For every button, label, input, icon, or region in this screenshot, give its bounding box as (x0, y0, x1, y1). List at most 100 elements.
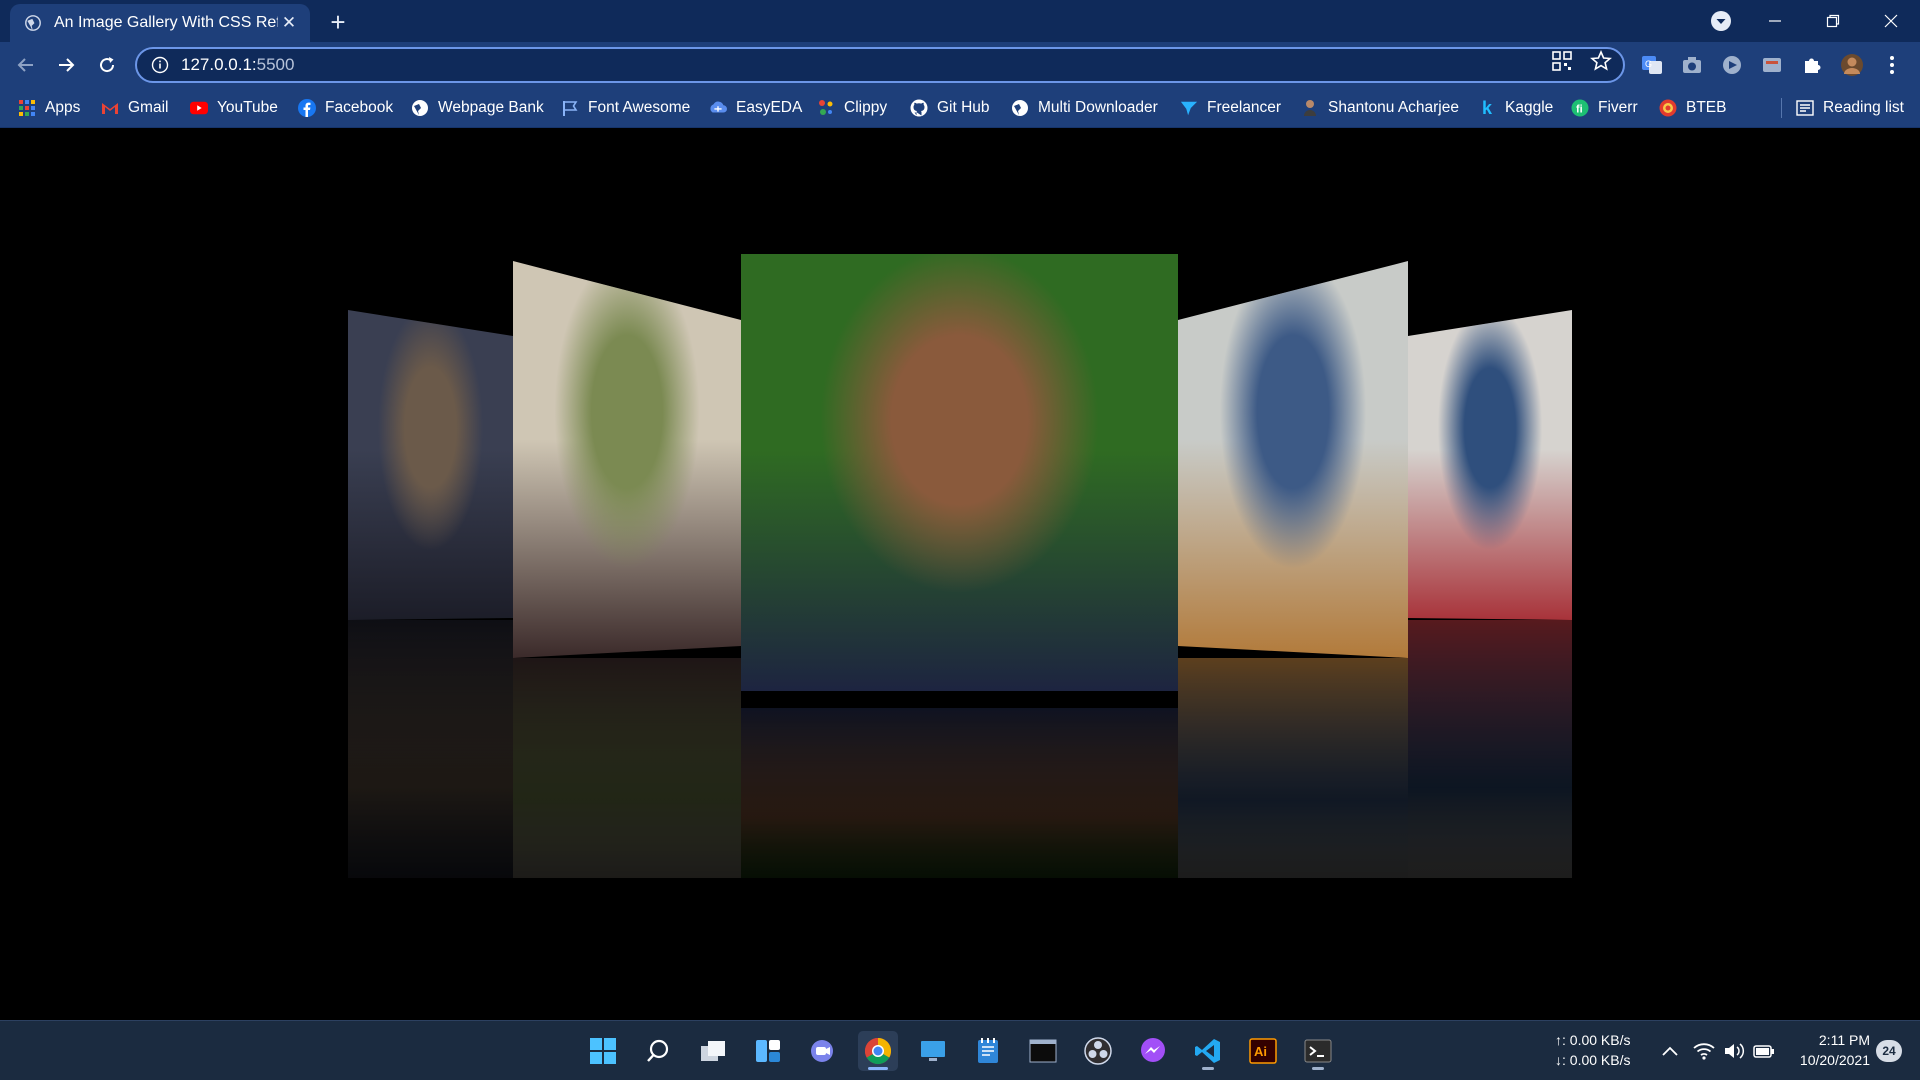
tab-search-icon[interactable] (1710, 10, 1732, 32)
teams-chat-button[interactable] (803, 1031, 843, 1071)
taskbar-vscode[interactable] (1188, 1031, 1228, 1071)
wifi-status[interactable] (1692, 1039, 1716, 1063)
gallery-image-4[interactable] (1178, 261, 1408, 658)
bookmark-shantonu-acharjee[interactable]: Shantonu Acharjee (1301, 97, 1459, 119)
bookmark-label: Kaggle (1505, 99, 1554, 116)
taskbar-remote-desktop[interactable] (913, 1031, 953, 1071)
task-view-button[interactable] (693, 1031, 733, 1071)
terminal-window-icon (1029, 1039, 1057, 1063)
bookmark-apps[interactable]: Apps (18, 97, 80, 119)
running-indicator (1312, 1067, 1324, 1070)
clock-date: 10/20/2021 (1799, 1052, 1870, 1068)
forward-button[interactable] (50, 49, 82, 81)
reading-list-button[interactable]: Reading list (1796, 97, 1904, 119)
network-speed-meter: ↑: 0.00 KB/s ↓: 0.00 KB/s (1555, 1030, 1630, 1070)
notification-count-badge[interactable]: 24 (1876, 1040, 1902, 1062)
bookmark-fiverr[interactable]: fi Fiverr (1571, 97, 1638, 119)
reload-button[interactable] (91, 49, 123, 81)
address-bar[interactable]: 127.0.0.1:5500 (135, 47, 1625, 83)
back-button[interactable] (10, 49, 42, 81)
taskbar-windows-terminal[interactable] (1298, 1031, 1338, 1071)
gallery-image-3[interactable] (741, 254, 1178, 691)
svg-text:fi: fi (1576, 104, 1583, 116)
gallery-image-3-reflection (741, 708, 1178, 878)
extension-cast-icon[interactable] (1760, 53, 1784, 77)
taskbar-obs[interactable] (1078, 1031, 1118, 1071)
taskbar-notepad[interactable] (968, 1031, 1008, 1071)
messenger-icon (1141, 1038, 1165, 1062)
close-tab-icon[interactable]: ✕ (278, 12, 300, 34)
bookmark-clippy[interactable]: Clippy (817, 97, 887, 119)
close-window-button[interactable] (1862, 0, 1920, 42)
google-translate-icon[interactable]: G (1640, 53, 1664, 77)
menu-kebab-icon[interactable] (1880, 53, 1904, 77)
browser-tab-active[interactable]: An Image Gallery With CSS Refle ✕ (10, 4, 310, 42)
globe-icon (411, 99, 429, 117)
chrome-icon (864, 1037, 892, 1065)
chevron-up-icon (1662, 1046, 1678, 1056)
start-button[interactable] (583, 1031, 623, 1071)
gallery-image-5[interactable] (1408, 310, 1572, 620)
bookmark-easyeda[interactable]: EasyEDA (709, 97, 802, 119)
bookmark-bteb[interactable]: BTEB (1659, 97, 1726, 119)
battery-status[interactable] (1752, 1039, 1776, 1063)
bookmark-label: Multi Downloader (1038, 99, 1158, 116)
bookmark-label: EasyEDA (736, 99, 803, 116)
bookmark-label: Apps (45, 99, 81, 116)
screenshot-camera-icon[interactable] (1680, 53, 1704, 77)
back-arrow-icon (17, 58, 33, 72)
bookmark-facebook[interactable]: Facebook (298, 97, 393, 119)
freelancer-icon (1180, 99, 1198, 117)
bookmark-font-awesome[interactable]: Font Awesome (561, 97, 690, 119)
extensions-puzzle-icon[interactable] (1800, 53, 1824, 77)
bookmark-label: Git Hub (937, 99, 990, 116)
bookmark-multi-downloader[interactable]: Multi Downloader (1011, 97, 1158, 119)
new-tab-button[interactable]: + (322, 8, 354, 38)
fiverr-icon: fi (1571, 99, 1589, 117)
show-hidden-icons-button[interactable] (1658, 1039, 1682, 1063)
reading-list-label: Reading list (1823, 99, 1904, 116)
taskbar-search-button[interactable] (638, 1031, 678, 1071)
obs-icon (1084, 1037, 1112, 1065)
widgets-button[interactable] (748, 1031, 788, 1071)
widgets-icon (756, 1040, 780, 1062)
gallery-image-2-reflection (513, 658, 741, 878)
bookmark-kaggle[interactable]: k Kaggle (1478, 97, 1553, 119)
taskbar-chrome[interactable] (858, 1031, 898, 1071)
bookmark-github[interactable]: Git Hub (910, 97, 990, 119)
system-clock[interactable]: 2:11 PM 10/20/2021 (1788, 1030, 1870, 1070)
clippy-icon (817, 99, 835, 117)
gallery-image-5-reflection (1408, 620, 1572, 878)
minimize-button[interactable] (1746, 0, 1804, 42)
bookmark-gmail[interactable]: Gmail (101, 97, 168, 119)
bookmark-youtube[interactable]: YouTube (190, 97, 278, 119)
gallery-image-2[interactable] (513, 261, 741, 658)
taskbar-messenger[interactable] (1133, 1031, 1173, 1071)
bookmark-freelancer[interactable]: Freelancer (1180, 97, 1281, 119)
site-info-icon[interactable] (151, 56, 169, 74)
terminal-icon (1304, 1039, 1332, 1063)
gmail-icon (101, 99, 119, 117)
illustrator-icon: Ai (1249, 1038, 1277, 1064)
qr-code-icon[interactable] (1551, 50, 1573, 72)
extension-video-icon[interactable] (1720, 53, 1744, 77)
gallery-image-1[interactable] (348, 310, 513, 620)
github-icon (910, 99, 928, 117)
restore-button[interactable] (1804, 0, 1862, 42)
monitor-icon (921, 1041, 945, 1061)
bookmark-star-icon[interactable] (1590, 50, 1612, 72)
profile-avatar[interactable] (1840, 53, 1864, 77)
reflection-fade (1408, 620, 1572, 878)
taskbar-terminal[interactable] (1023, 1031, 1063, 1071)
bookmark-label: Facebook (325, 99, 394, 116)
gallery-image-4-reflection (1178, 658, 1408, 878)
volume-control[interactable] (1722, 1039, 1746, 1063)
bookmarks-bar: Apps Gmail YouTube Facebook Webpage Bank… (0, 88, 1920, 128)
globe-icon (1011, 99, 1029, 117)
taskbar-illustrator[interactable]: Ai (1243, 1031, 1283, 1071)
bookmark-label: Font Awesome (588, 99, 691, 116)
bookmark-webpage-bank[interactable]: Webpage Bank (411, 97, 544, 119)
bookmark-label: Shantonu Acharjee (1328, 99, 1459, 116)
bookmark-label: YouTube (217, 99, 278, 116)
reflection-fade (348, 620, 513, 878)
